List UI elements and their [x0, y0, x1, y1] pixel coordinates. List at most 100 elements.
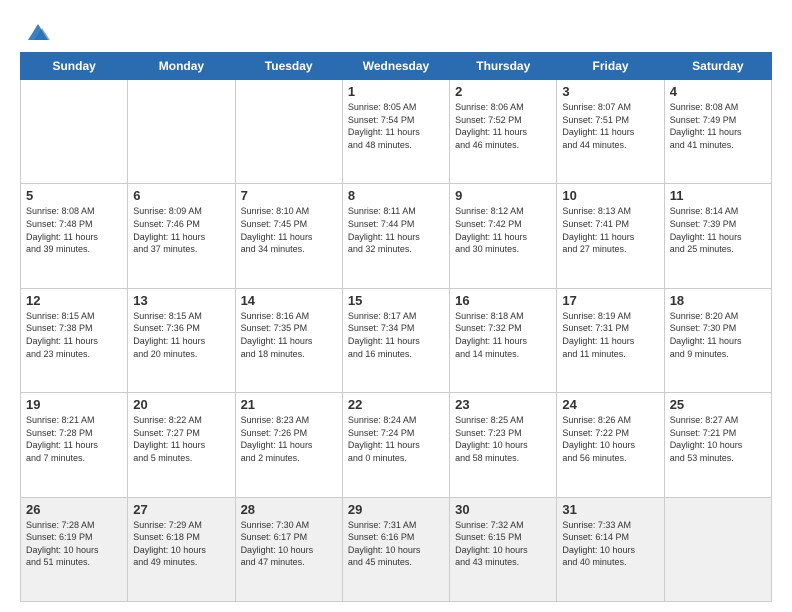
- logo-icon: [24, 18, 52, 46]
- day-info: Sunrise: 7:33 AM Sunset: 6:14 PM Dayligh…: [562, 519, 658, 569]
- calendar-cell: 9 Sunrise: 8:12 AM Sunset: 7:42 PM Daylig…: [450, 184, 557, 288]
- calendar-cell: 2 Sunrise: 8:06 AM Sunset: 7:52 PM Daylig…: [450, 80, 557, 184]
- calendar-cell: [235, 80, 342, 184]
- day-info: Sunrise: 8:12 AM Sunset: 7:42 PM Dayligh…: [455, 205, 551, 255]
- weekday-header-friday: Friday: [557, 53, 664, 80]
- day-number: 20: [133, 397, 229, 412]
- day-number: 24: [562, 397, 658, 412]
- calendar-cell: 30 Sunrise: 7:32 AM Sunset: 6:15 PM Dayli…: [450, 497, 557, 601]
- calendar: SundayMondayTuesdayWednesdayThursdayFrid…: [20, 52, 772, 602]
- calendar-cell: 12 Sunrise: 8:15 AM Sunset: 7:38 PM Dayli…: [21, 288, 128, 392]
- day-number: 23: [455, 397, 551, 412]
- page: SundayMondayTuesdayWednesdayThursdayFrid…: [0, 0, 792, 612]
- weekday-header-monday: Monday: [128, 53, 235, 80]
- day-number: 21: [241, 397, 337, 412]
- day-number: 17: [562, 293, 658, 308]
- calendar-cell: 11 Sunrise: 8:14 AM Sunset: 7:39 PM Dayli…: [664, 184, 771, 288]
- day-info: Sunrise: 8:14 AM Sunset: 7:39 PM Dayligh…: [670, 205, 766, 255]
- day-info: Sunrise: 8:27 AM Sunset: 7:21 PM Dayligh…: [670, 414, 766, 464]
- weekday-header-wednesday: Wednesday: [342, 53, 449, 80]
- day-number: 5: [26, 188, 122, 203]
- calendar-cell: 8 Sunrise: 8:11 AM Sunset: 7:44 PM Daylig…: [342, 184, 449, 288]
- day-info: Sunrise: 8:21 AM Sunset: 7:28 PM Dayligh…: [26, 414, 122, 464]
- day-info: Sunrise: 8:23 AM Sunset: 7:26 PM Dayligh…: [241, 414, 337, 464]
- day-info: Sunrise: 7:31 AM Sunset: 6:16 PM Dayligh…: [348, 519, 444, 569]
- day-info: Sunrise: 8:17 AM Sunset: 7:34 PM Dayligh…: [348, 310, 444, 360]
- day-info: Sunrise: 8:26 AM Sunset: 7:22 PM Dayligh…: [562, 414, 658, 464]
- calendar-cell: 7 Sunrise: 8:10 AM Sunset: 7:45 PM Daylig…: [235, 184, 342, 288]
- calendar-cell: 20 Sunrise: 8:22 AM Sunset: 7:27 PM Dayli…: [128, 393, 235, 497]
- day-info: Sunrise: 8:08 AM Sunset: 7:49 PM Dayligh…: [670, 101, 766, 151]
- day-number: 4: [670, 84, 766, 99]
- weekday-header-tuesday: Tuesday: [235, 53, 342, 80]
- calendar-cell: 23 Sunrise: 8:25 AM Sunset: 7:23 PM Dayli…: [450, 393, 557, 497]
- day-number: 13: [133, 293, 229, 308]
- calendar-cell: [128, 80, 235, 184]
- day-info: Sunrise: 8:22 AM Sunset: 7:27 PM Dayligh…: [133, 414, 229, 464]
- day-number: 12: [26, 293, 122, 308]
- header: [20, 18, 772, 42]
- calendar-cell: 17 Sunrise: 8:19 AM Sunset: 7:31 PM Dayli…: [557, 288, 664, 392]
- day-number: 2: [455, 84, 551, 99]
- day-number: 30: [455, 502, 551, 517]
- day-info: Sunrise: 7:32 AM Sunset: 6:15 PM Dayligh…: [455, 519, 551, 569]
- calendar-cell: [664, 497, 771, 601]
- calendar-cell: 29 Sunrise: 7:31 AM Sunset: 6:16 PM Dayli…: [342, 497, 449, 601]
- calendar-cell: 25 Sunrise: 8:27 AM Sunset: 7:21 PM Dayli…: [664, 393, 771, 497]
- day-info: Sunrise: 8:06 AM Sunset: 7:52 PM Dayligh…: [455, 101, 551, 151]
- day-info: Sunrise: 8:25 AM Sunset: 7:23 PM Dayligh…: [455, 414, 551, 464]
- logo: [20, 18, 52, 42]
- calendar-cell: 28 Sunrise: 7:30 AM Sunset: 6:17 PM Dayli…: [235, 497, 342, 601]
- day-info: Sunrise: 8:18 AM Sunset: 7:32 PM Dayligh…: [455, 310, 551, 360]
- calendar-cell: [21, 80, 128, 184]
- weekday-header-sunday: Sunday: [21, 53, 128, 80]
- day-number: 28: [241, 502, 337, 517]
- weekday-header-saturday: Saturday: [664, 53, 771, 80]
- calendar-cell: 5Sunrise: 8:08 AM Sunset: 7:48 PM Daylig…: [21, 184, 128, 288]
- day-number: 6: [133, 188, 229, 203]
- day-number: 25: [670, 397, 766, 412]
- day-number: 8: [348, 188, 444, 203]
- day-number: 9: [455, 188, 551, 203]
- calendar-cell: 13 Sunrise: 8:15 AM Sunset: 7:36 PM Dayli…: [128, 288, 235, 392]
- day-number: 31: [562, 502, 658, 517]
- calendar-cell: 26Sunrise: 7:28 AM Sunset: 6:19 PM Dayli…: [21, 497, 128, 601]
- day-info: Sunrise: 8:13 AM Sunset: 7:41 PM Dayligh…: [562, 205, 658, 255]
- day-info: Sunrise: 8:20 AM Sunset: 7:30 PM Dayligh…: [670, 310, 766, 360]
- calendar-cell: 4 Sunrise: 8:08 AM Sunset: 7:49 PM Daylig…: [664, 80, 771, 184]
- day-number: 22: [348, 397, 444, 412]
- day-number: 1: [348, 84, 444, 99]
- day-info: Sunrise: 8:19 AM Sunset: 7:31 PM Dayligh…: [562, 310, 658, 360]
- calendar-cell: 10 Sunrise: 8:13 AM Sunset: 7:41 PM Dayli…: [557, 184, 664, 288]
- day-number: 29: [348, 502, 444, 517]
- calendar-cell: 31 Sunrise: 7:33 AM Sunset: 6:14 PM Dayli…: [557, 497, 664, 601]
- calendar-cell: 24 Sunrise: 8:26 AM Sunset: 7:22 PM Dayli…: [557, 393, 664, 497]
- day-info: Sunrise: 7:28 AM Sunset: 6:19 PM Dayligh…: [26, 519, 122, 569]
- calendar-cell: 19 Sunrise: 8:21 AM Sunset: 7:28 PM Dayli…: [21, 393, 128, 497]
- day-number: 15: [348, 293, 444, 308]
- day-info: Sunrise: 8:15 AM Sunset: 7:38 PM Dayligh…: [26, 310, 122, 360]
- day-info: Sunrise: 8:07 AM Sunset: 7:51 PM Dayligh…: [562, 101, 658, 151]
- day-number: 16: [455, 293, 551, 308]
- day-number: 14: [241, 293, 337, 308]
- calendar-cell: 1 Sunrise: 8:05 AM Sunset: 7:54 PM Daylig…: [342, 80, 449, 184]
- day-number: 19: [26, 397, 122, 412]
- calendar-cell: 16 Sunrise: 8:18 AM Sunset: 7:32 PM Dayli…: [450, 288, 557, 392]
- day-number: 10: [562, 188, 658, 203]
- day-info: Sunrise: 8:05 AM Sunset: 7:54 PM Dayligh…: [348, 101, 444, 151]
- calendar-cell: 14 Sunrise: 8:16 AM Sunset: 7:35 PM Dayli…: [235, 288, 342, 392]
- calendar-cell: 15 Sunrise: 8:17 AM Sunset: 7:34 PM Dayli…: [342, 288, 449, 392]
- day-info: Sunrise: 8:10 AM Sunset: 7:45 PM Dayligh…: [241, 205, 337, 255]
- day-info: Sunrise: 8:24 AM Sunset: 7:24 PM Dayligh…: [348, 414, 444, 464]
- day-info: Sunrise: 8:16 AM Sunset: 7:35 PM Dayligh…: [241, 310, 337, 360]
- day-info: Sunrise: 8:11 AM Sunset: 7:44 PM Dayligh…: [348, 205, 444, 255]
- day-number: 3: [562, 84, 658, 99]
- day-number: 11: [670, 188, 766, 203]
- calendar-cell: 3 Sunrise: 8:07 AM Sunset: 7:51 PM Daylig…: [557, 80, 664, 184]
- day-info: Sunrise: 7:30 AM Sunset: 6:17 PM Dayligh…: [241, 519, 337, 569]
- calendar-cell: 27Sunrise: 7:29 AM Sunset: 6:18 PM Dayli…: [128, 497, 235, 601]
- day-info: Sunrise: 8:15 AM Sunset: 7:36 PM Dayligh…: [133, 310, 229, 360]
- calendar-cell: 18Sunrise: 8:20 AM Sunset: 7:30 PM Dayli…: [664, 288, 771, 392]
- day-number: 7: [241, 188, 337, 203]
- calendar-cell: 22 Sunrise: 8:24 AM Sunset: 7:24 PM Dayli…: [342, 393, 449, 497]
